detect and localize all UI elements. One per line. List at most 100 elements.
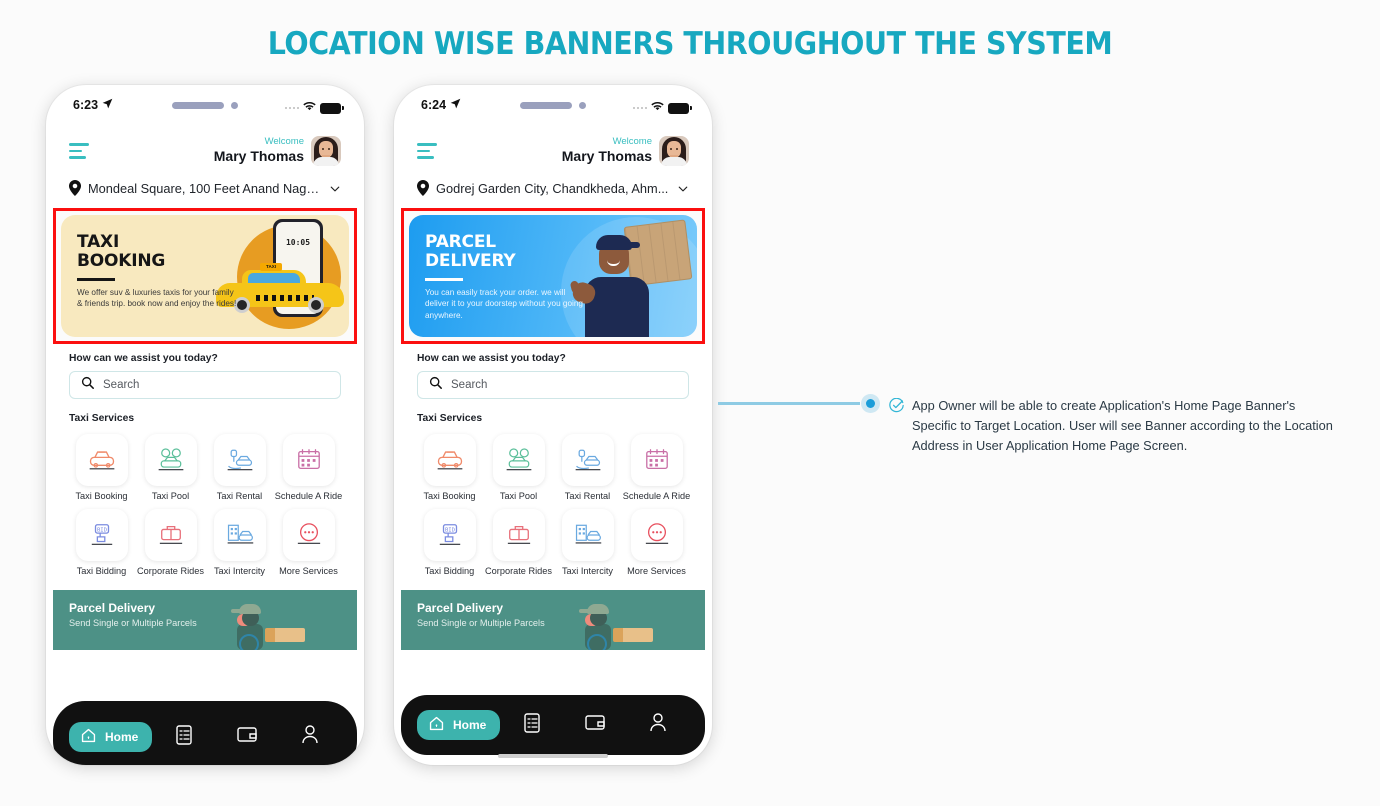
status-time: 6:23 [73, 98, 99, 112]
location-selector[interactable]: Mondeal Square, 100 Feet Anand Naga... [69, 172, 341, 208]
location-address: Mondeal Square, 100 Feet Anand Naga... [88, 180, 322, 196]
header-user[interactable]: Welcome Mary Thomas [214, 136, 341, 166]
status-time-wrap: 6:23 [73, 98, 113, 112]
front-camera [231, 101, 238, 109]
services-section-title: Taxi Services [69, 413, 135, 424]
banner-description: You can easily track your order. we will… [425, 287, 583, 320]
hamburger-menu-icon[interactable] [417, 143, 437, 159]
app-header: Welcome Mary Thomas Mondeal Square, 100 … [53, 124, 357, 208]
bid-hand-icon: BID [75, 508, 128, 561]
briefcase-icon [492, 508, 545, 561]
parcel-promo-strip[interactable]: Parcel Delivery Send Single or Multiple … [401, 590, 705, 650]
home-banner-taxi[interactable]: 10:05 TAXI TAXI BOOKING We offer suv & l… [61, 215, 349, 337]
connector-dot [861, 394, 880, 413]
calendar-icon [282, 434, 335, 486]
service-label: Taxi Booking [75, 491, 128, 501]
person-icon [300, 724, 320, 750]
service-label: Taxi Booking [423, 491, 476, 501]
search-input[interactable]: Search [69, 371, 341, 399]
city-car-icon [213, 508, 266, 561]
home-icon [428, 715, 445, 735]
service-tile-more-services[interactable]: More Services [622, 508, 691, 578]
chevron-down-icon[interactable] [677, 182, 689, 194]
service-tile-corporate-rides[interactable]: Corporate Rides [484, 508, 553, 578]
search-input[interactable]: Search [417, 371, 689, 399]
location-pin-icon [69, 180, 81, 196]
nav-item-bookings[interactable] [152, 724, 215, 751]
header-user[interactable]: Welcome Mary Thomas [562, 136, 689, 166]
status-time-wrap: 6:24 [421, 98, 461, 112]
notch [146, 92, 264, 118]
status-bar: 6:24 [401, 92, 705, 124]
navigation-arrow-icon [450, 98, 461, 112]
phone-mockup-1: 6:23 Welcome Mary Thomas Mondeal Square,… [46, 85, 364, 765]
check-circle-icon [889, 397, 904, 418]
service-tile-corporate-rides[interactable]: Corporate Rides [136, 508, 205, 578]
service-tile-taxi-pool[interactable]: Taxi Pool [484, 434, 553, 503]
service-tile-taxi-booking[interactable]: Taxi Booking [415, 434, 484, 503]
bottom-nav-2: Home [401, 695, 705, 755]
banner-title: TAXI BOOKING [77, 232, 166, 272]
page-title: LOCATION WISE BANNERS THROUGHOUT THE SYS… [267, 26, 1113, 62]
status-icons [284, 99, 344, 117]
speaker-slot [520, 101, 572, 109]
status-bar: 6:23 [53, 92, 357, 124]
service-label: Taxi Rental [564, 491, 611, 501]
service-tile-taxi-rental[interactable]: Taxi Rental [205, 434, 274, 503]
assist-label: How can we assist you today? [69, 353, 218, 364]
taxi-icon [75, 434, 128, 486]
battery-full-icon [668, 102, 692, 114]
banner-description: We offer suv & luxuries taxis for your f… [77, 287, 237, 309]
nav-item-profile[interactable] [278, 724, 341, 750]
home-banner-parcel[interactable]: PARCEL DELIVERY You can easily track you… [409, 215, 697, 337]
service-tile-more-services[interactable]: More Services [274, 508, 343, 578]
chevron-down-icon[interactable] [329, 182, 341, 194]
hamburger-menu-icon[interactable] [69, 143, 89, 159]
service-tile-taxi-bidding[interactable]: BID Taxi Bidding [67, 508, 136, 578]
briefcase-icon [144, 508, 197, 561]
location-selector[interactable]: Godrej Garden City, Chandkheda, Ahm... [417, 172, 689, 208]
header-row: Welcome Mary Thomas [69, 130, 341, 172]
services-section-title: Taxi Services [417, 413, 483, 424]
banner-highlight-box-1: 10:05 TAXI TAXI BOOKING We offer suv & l… [53, 208, 357, 344]
car-key-hand-icon [213, 434, 266, 486]
connector-line [718, 402, 860, 405]
status-icons [632, 99, 692, 117]
services-grid-2: Taxi Booking Taxi Pool Taxi Rental Sched… [401, 424, 705, 577]
city-car-icon [561, 508, 614, 561]
signal-dots-icon [284, 106, 299, 110]
service-tile-taxi-rental[interactable]: Taxi Rental [553, 434, 622, 503]
welcome-label: Welcome [612, 136, 652, 148]
location-pin-icon [417, 180, 429, 196]
service-label: Taxi Intercity [561, 565, 614, 576]
service-label: More Services [627, 565, 686, 576]
wifi-icon [651, 99, 664, 117]
notch [494, 92, 612, 118]
wallet-icon [236, 725, 258, 749]
nav-item-home[interactable]: Home [69, 722, 153, 752]
nav-item-wallet[interactable] [215, 725, 278, 749]
parcel-promo-strip[interactable]: Parcel Delivery Send Single or Multiple … [53, 590, 357, 650]
service-tile-taxi-pool[interactable]: Taxi Pool [136, 434, 205, 503]
nav-item-bookings[interactable] [500, 712, 563, 739]
banner-highlight-box-2: PARCEL DELIVERY You can easily track you… [401, 208, 705, 344]
nav-item-profile[interactable] [626, 712, 689, 738]
service-tile-schedule-a-ride[interactable]: Schedule A Ride [274, 434, 343, 503]
search-icon [81, 376, 94, 394]
service-tile-taxi-bidding[interactable]: BID Taxi Bidding [415, 508, 484, 578]
service-label: Taxi Intercity [213, 565, 266, 576]
service-label: Schedule A Ride [274, 491, 343, 501]
nav-item-home[interactable]: Home [417, 710, 501, 740]
nav-item-wallet[interactable] [563, 713, 626, 737]
car-pool-icon [144, 434, 197, 486]
service-tile-taxi-booking[interactable]: Taxi Booking [67, 434, 136, 503]
service-label: Corporate Rides [137, 565, 204, 576]
service-tile-taxi-intercity[interactable]: Taxi Intercity [553, 508, 622, 578]
service-tile-schedule-a-ride[interactable]: Schedule A Ride [622, 434, 691, 503]
front-camera [579, 101, 586, 109]
service-tile-taxi-intercity[interactable]: Taxi Intercity [205, 508, 274, 578]
avatar[interactable] [311, 136, 341, 166]
service-label: Taxi Pool [499, 491, 538, 501]
avatar[interactable] [659, 136, 689, 166]
home-icon [80, 727, 97, 747]
